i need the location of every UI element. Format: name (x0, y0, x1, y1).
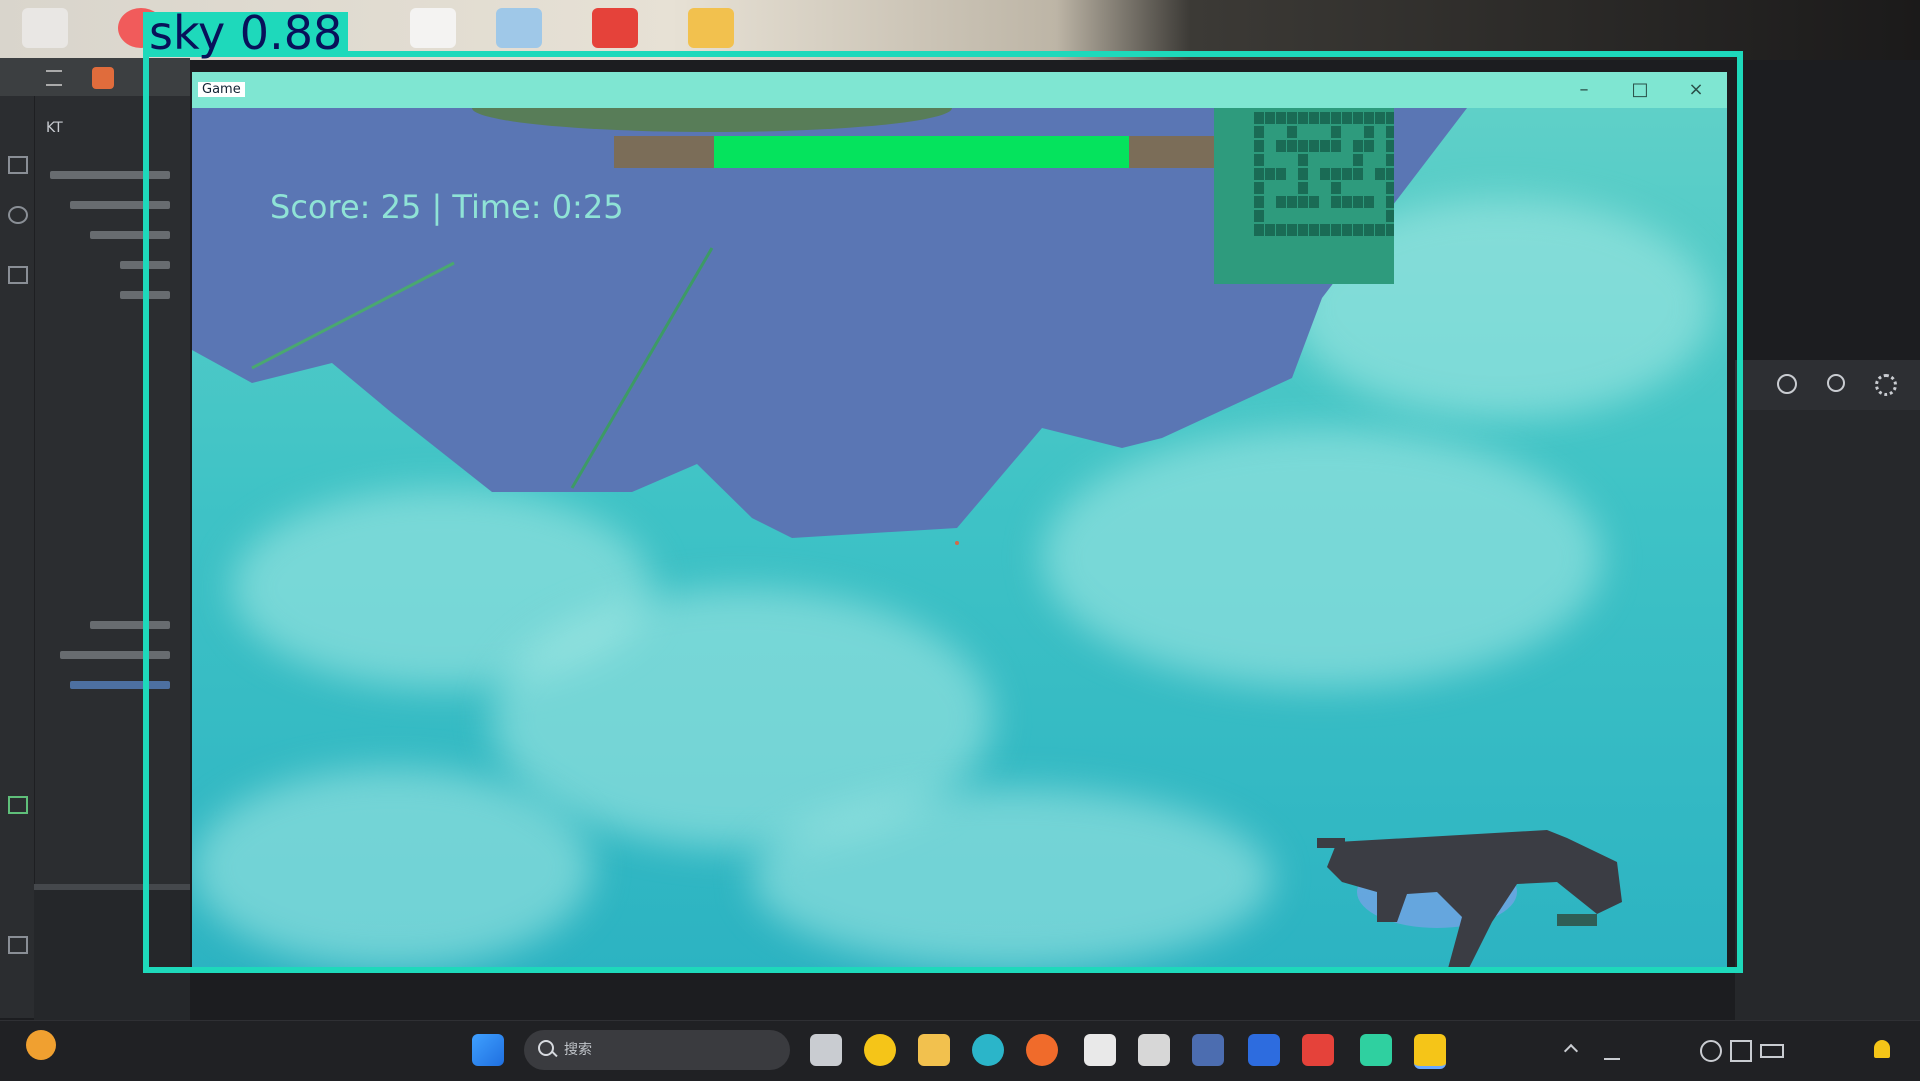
commit-tool-icon[interactable] (8, 206, 28, 224)
edge-icon[interactable] (972, 1034, 1004, 1066)
ide-menu-icon[interactable] (46, 70, 62, 86)
notification-bell-icon[interactable] (1874, 1040, 1890, 1058)
folder-icon[interactable] (918, 1034, 950, 1066)
ime-icon[interactable] (1604, 1040, 1620, 1060)
ide-tool-strip (0, 96, 35, 1016)
app-icon[interactable] (1138, 1034, 1170, 1066)
network-icon[interactable] (1700, 1040, 1722, 1062)
ide-project-badge[interactable] (92, 67, 114, 89)
detection-box (143, 51, 1743, 973)
detection-label: sky 0.88 (143, 10, 349, 56)
pycharm-icon[interactable] (1360, 1034, 1392, 1066)
search-placeholder: 搜索 (564, 1042, 592, 1058)
lightning-icon[interactable] (864, 1034, 896, 1066)
firefox-icon[interactable] (1026, 1034, 1058, 1066)
vscode-icon[interactable] (1248, 1034, 1280, 1066)
search-input[interactable]: 搜索 (524, 1030, 790, 1070)
desktop-doc-icon[interactable] (22, 8, 68, 48)
remote-icon[interactable] (1192, 1034, 1224, 1066)
search-icon (538, 1040, 554, 1056)
ide-project-label[interactable]: KT (46, 120, 63, 136)
terminal-tool-icon[interactable] (8, 936, 28, 954)
battery-icon[interactable] (1760, 1044, 1784, 1058)
right-toolbar (1735, 360, 1920, 410)
wps-icon[interactable] (1302, 1034, 1334, 1066)
taskbar (0, 1020, 1920, 1081)
right-panel (1735, 360, 1920, 1020)
python-icon[interactable] (1414, 1034, 1446, 1069)
desktop-folder-icon[interactable] (688, 8, 734, 48)
run-tool-icon[interactable] (8, 796, 28, 814)
desktop-wps-icon[interactable] (592, 8, 638, 48)
desktop-network-icon[interactable] (496, 8, 542, 48)
store-icon[interactable] (1084, 1034, 1116, 1066)
weather-icon[interactable] (26, 1030, 56, 1060)
structure-tool-icon[interactable] (8, 266, 28, 284)
user-icon[interactable] (1777, 374, 1797, 394)
gear-icon[interactable] (1875, 374, 1897, 396)
project-tool-icon[interactable] (8, 156, 28, 174)
start-icon[interactable] (472, 1034, 504, 1066)
task-view-icon[interactable] (810, 1034, 842, 1066)
desktop-file-icon[interactable] (410, 8, 456, 48)
search-icon[interactable] (1827, 374, 1845, 392)
volume-icon[interactable] (1730, 1040, 1752, 1062)
